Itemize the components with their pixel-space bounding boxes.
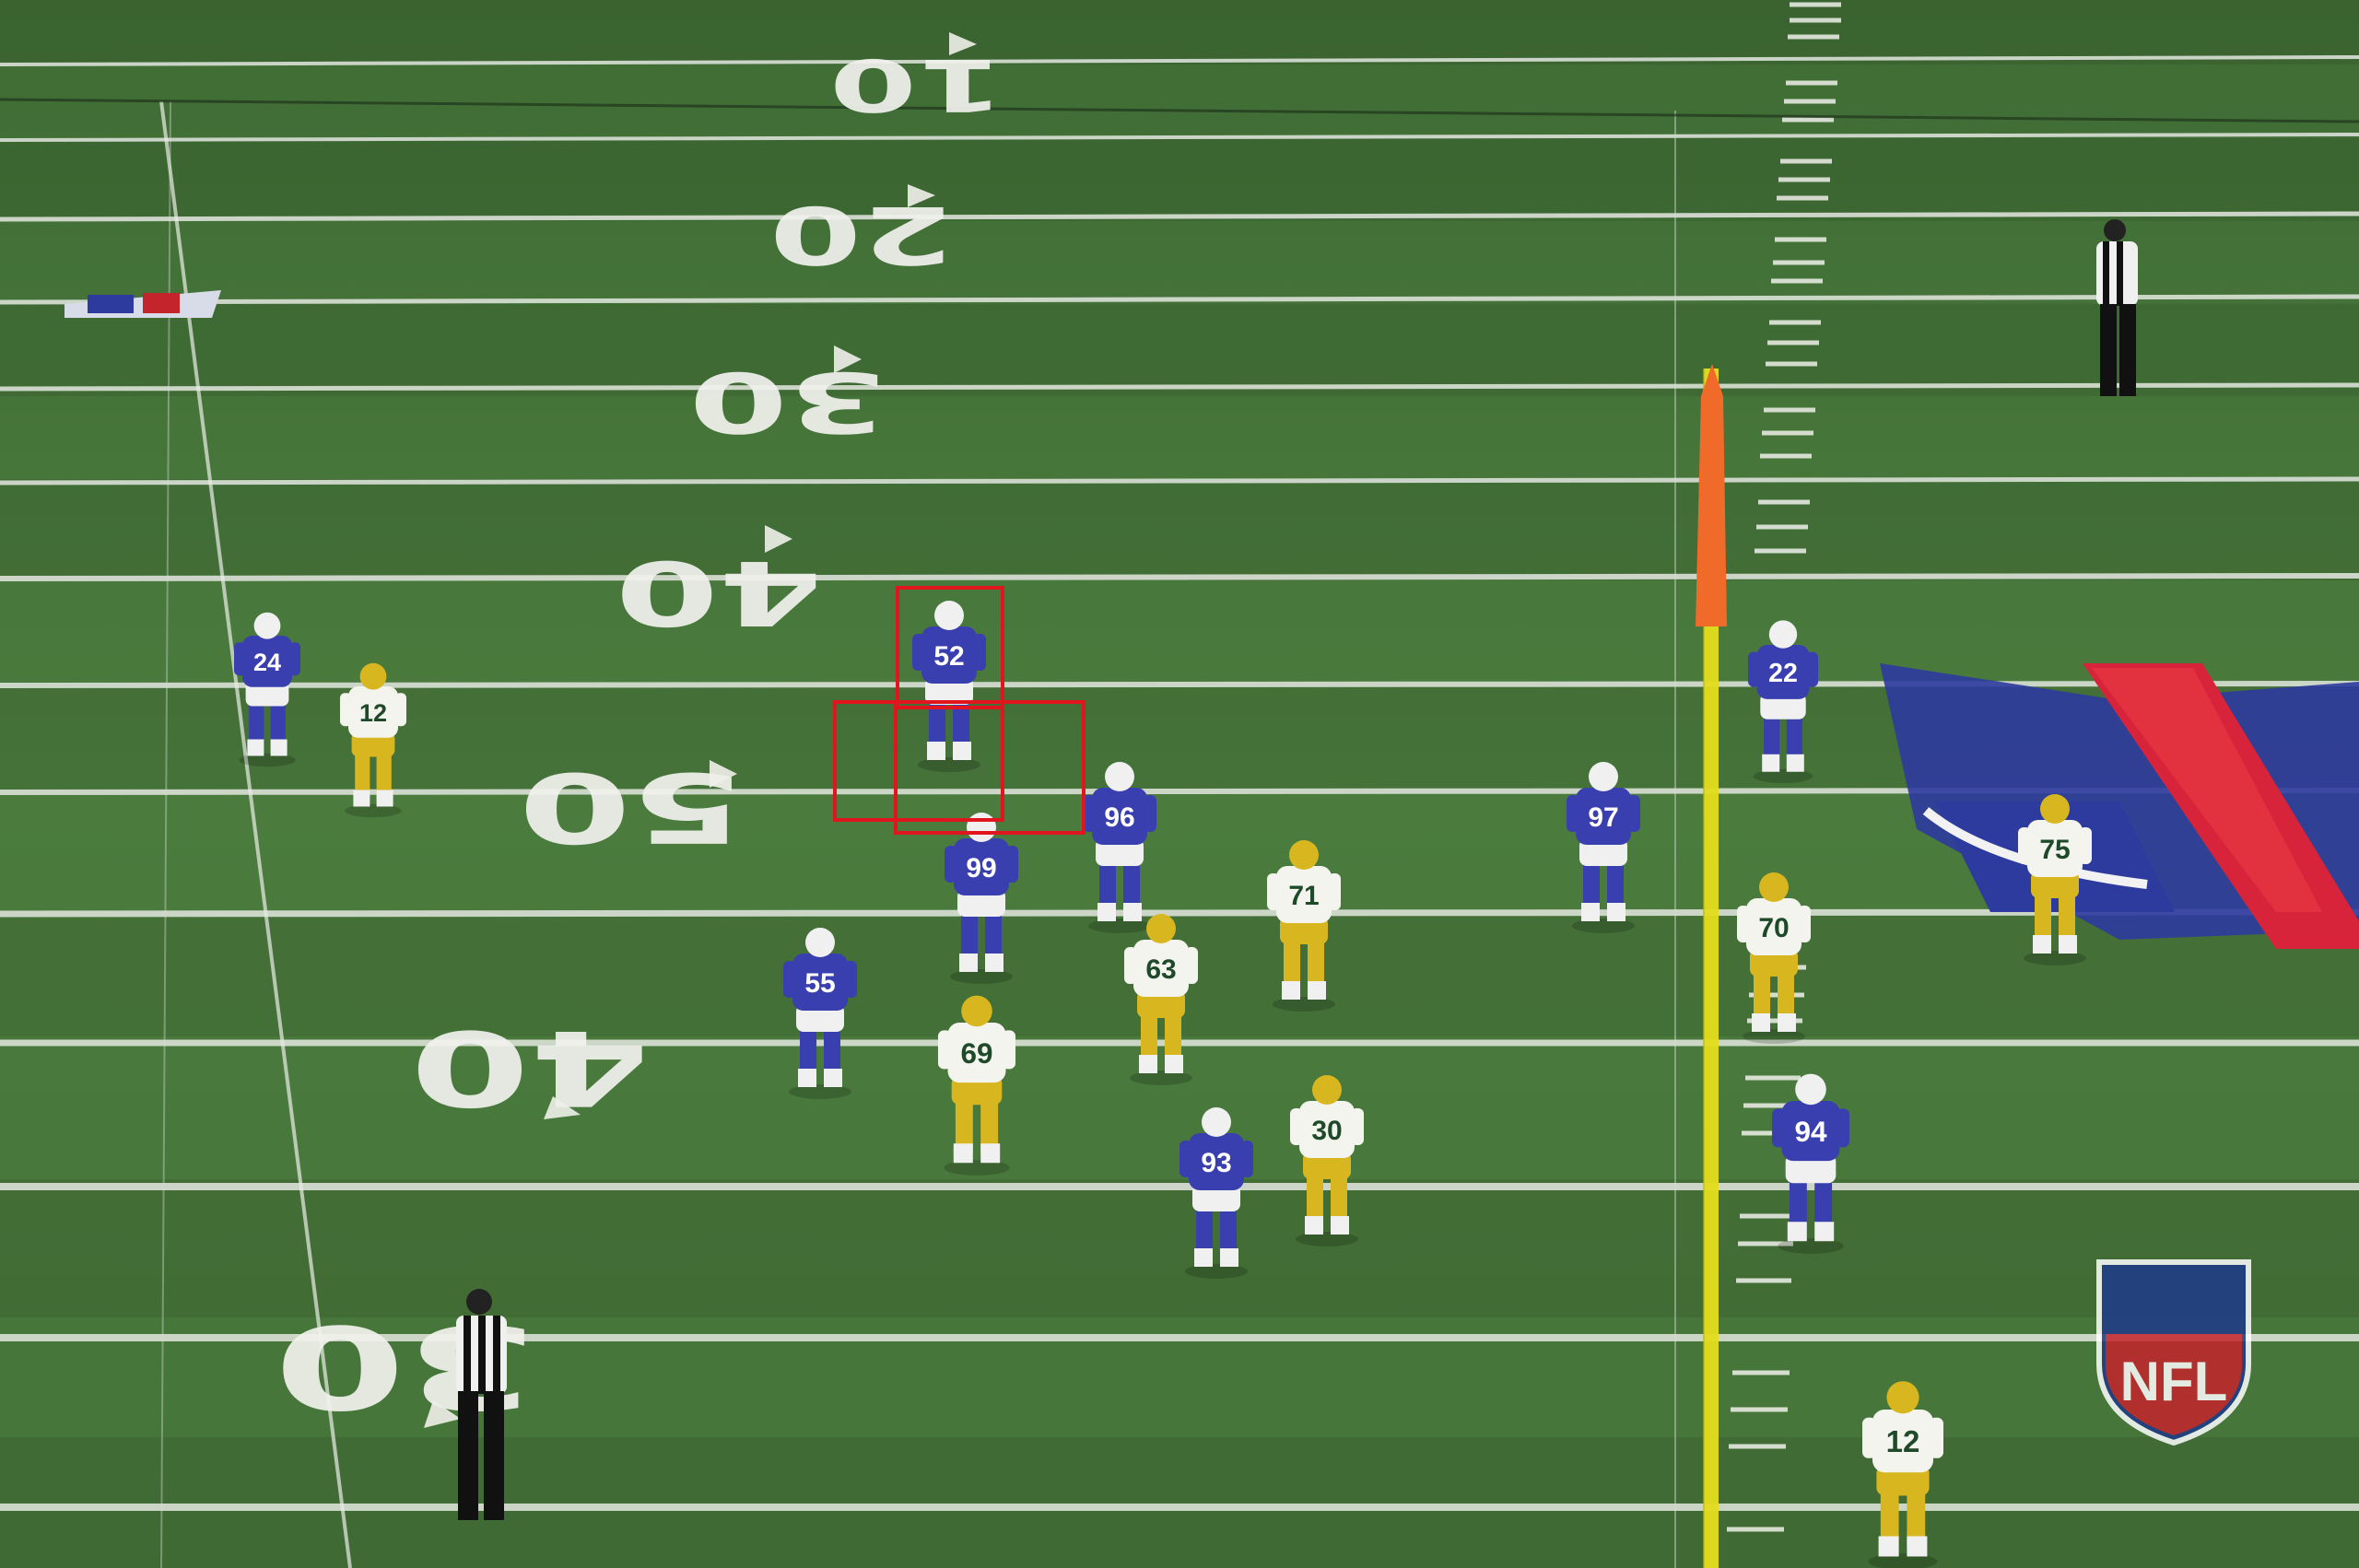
jersey-number: 24	[253, 649, 281, 676]
jersey-number: 12	[359, 699, 387, 727]
yard-number-40-top: 40	[616, 541, 823, 644]
jersey-number: 69	[960, 1036, 992, 1070]
yard-number-40-bottom: 40	[410, 1007, 650, 1127]
nfl-watermark-text: NFL	[2120, 1351, 2228, 1412]
nfl-watermark: NFL	[2096, 1259, 2251, 1446]
jersey-number: 99	[966, 853, 996, 883]
jersey-number: 71	[1288, 881, 1319, 911]
football-field-scene: 10 20 30 40 50 40 30 5299965597949324 221…	[0, 0, 2359, 1568]
jersey-number: 63	[1145, 954, 1176, 985]
jersey-number: 97	[1588, 802, 1618, 833]
jersey-number: 12	[1886, 1424, 1920, 1458]
jersey-number: 55	[804, 968, 835, 999]
jersey-number: 93	[1201, 1148, 1231, 1178]
jersey-number: 22	[1768, 659, 1798, 688]
jersey-number: 96	[1104, 802, 1134, 833]
yard-number-30-top: 30	[689, 353, 887, 450]
jersey-number: 70	[1758, 913, 1789, 943]
yard-number-10: 10	[829, 42, 1004, 125]
jersey-number: 30	[1311, 1116, 1342, 1146]
jersey-number: 52	[933, 641, 964, 672]
yard-number-20: 20	[769, 188, 954, 280]
jersey-number: 94	[1794, 1115, 1827, 1148]
jersey-number: 75	[2039, 835, 2070, 865]
